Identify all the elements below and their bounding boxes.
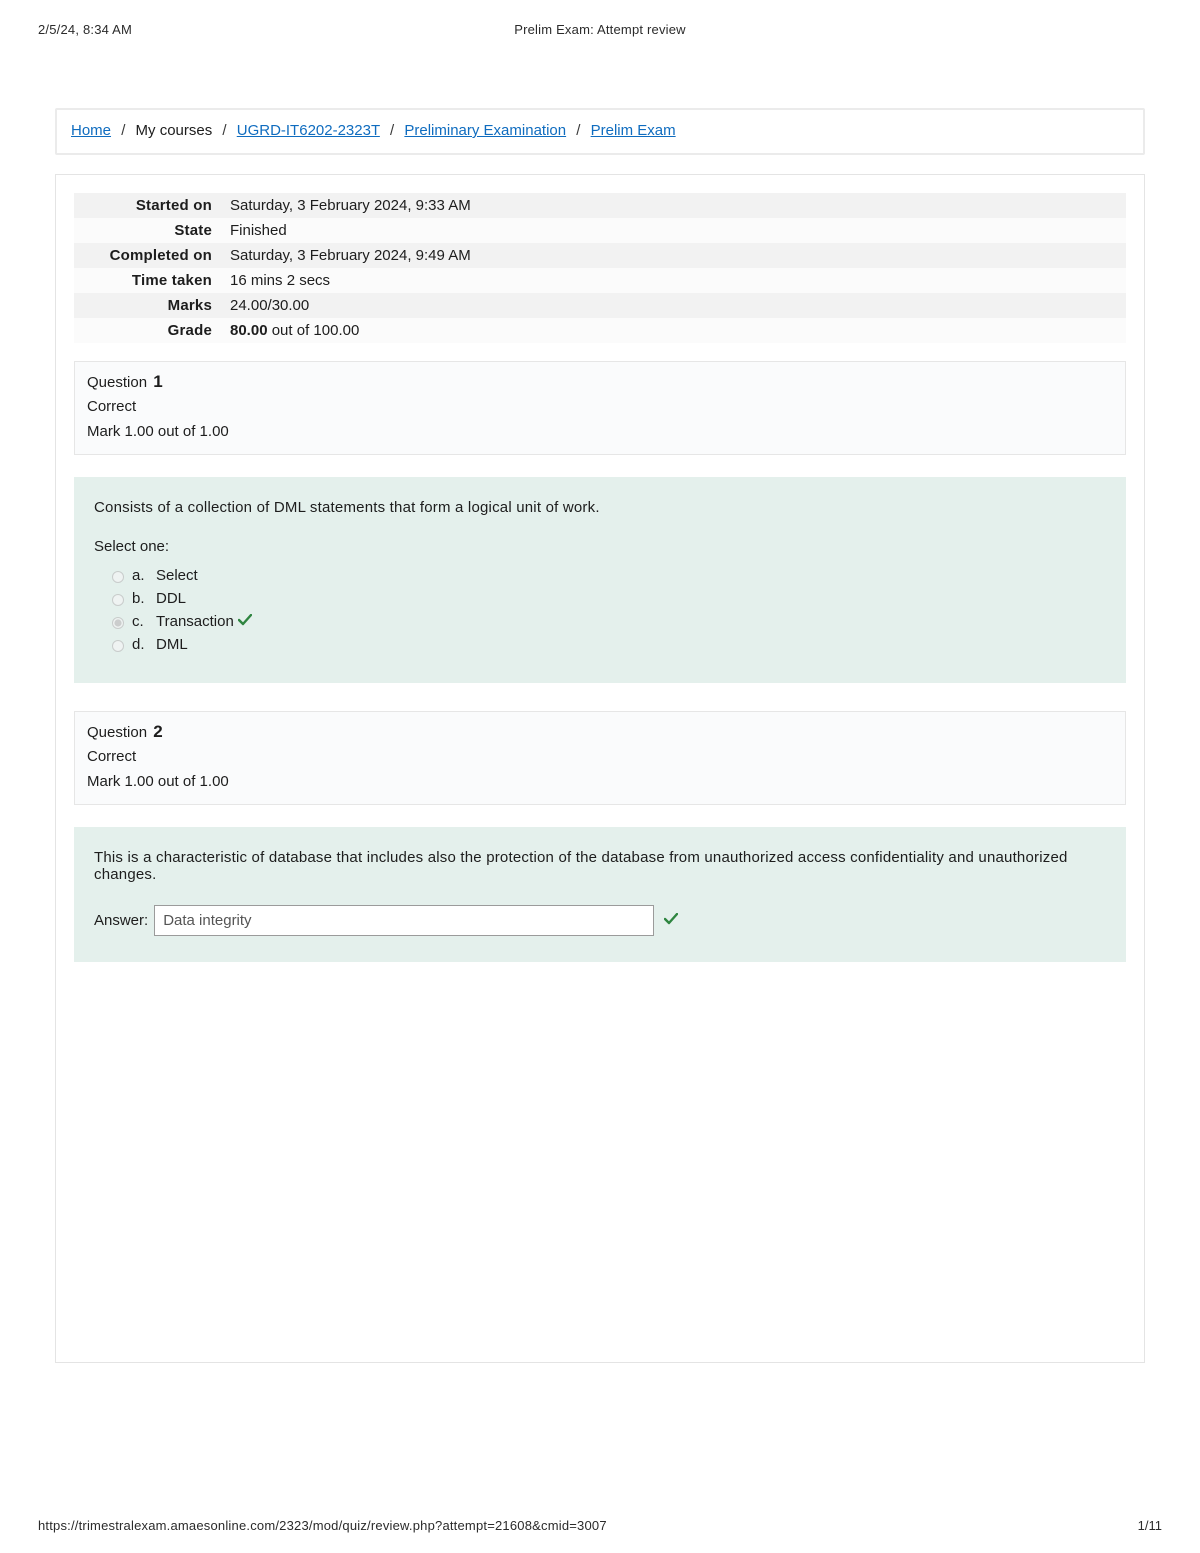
grade-label: Grade	[74, 318, 222, 343]
check-icon	[664, 912, 678, 929]
completed-on-value: Saturday, 3 February 2024, 9:49 AM	[222, 243, 1126, 268]
question-word: Question	[87, 724, 147, 741]
state-label: State	[74, 218, 222, 243]
answer-input[interactable]	[154, 905, 654, 936]
option-d: d. DML	[94, 634, 1106, 657]
option-b-radio[interactable]	[112, 594, 124, 606]
breadcrumb-course[interactable]: UGRD-IT6202-2323T	[237, 122, 380, 139]
question-prompt: Consists of a collection of DML statemen…	[94, 499, 1106, 516]
page: 2/5/24, 8:34 AM Prelim Exam: Attempt rev…	[0, 0, 1200, 1553]
print-header: 2/5/24, 8:34 AM Prelim Exam: Attempt rev…	[0, 22, 1200, 37]
breadcrumb-home[interactable]: Home	[71, 122, 111, 139]
breadcrumb: Home / My courses / UGRD-IT6202-2323T / …	[57, 110, 1143, 153]
option-c: c. Transaction	[94, 611, 1106, 634]
started-on-value: Saturday, 3 February 2024, 9:33 AM	[222, 193, 1126, 218]
breadcrumb-my-courses: My courses	[136, 122, 213, 139]
time-taken-label: Time taken	[74, 268, 222, 293]
question-label: Question 1	[87, 372, 1113, 392]
table-row: Time taken 16 mins 2 secs	[74, 268, 1126, 293]
breadcrumb-section[interactable]: Preliminary Examination	[404, 122, 566, 139]
question-1-body: Consists of a collection of DML statemen…	[74, 477, 1126, 683]
option-d-text: DML	[150, 636, 188, 653]
option-c-letter: c.	[126, 613, 150, 630]
option-d-radio[interactable]	[112, 640, 124, 652]
question-number: 2	[153, 722, 162, 741]
option-b-text: DDL	[150, 590, 186, 607]
attempt-summary: Started on Saturday, 3 February 2024, 9:…	[74, 193, 1126, 343]
grade-bold: 80.00	[230, 322, 268, 339]
breadcrumb-sep: /	[570, 122, 586, 139]
option-a: a. Select	[94, 565, 1106, 588]
select-one-label: Select one:	[94, 538, 1106, 555]
grade-suffix: out of 100.00	[268, 322, 360, 339]
answer-label: Answer:	[94, 912, 148, 929]
option-b: b. DDL	[94, 588, 1106, 611]
marks-value: 24.00/30.00	[222, 293, 1126, 318]
print-page: 1/11	[1138, 1518, 1162, 1533]
question-label: Question 2	[87, 722, 1113, 742]
question-2-info: Question 2 Correct Mark 1.00 out of 1.00	[74, 711, 1126, 805]
option-c-radio[interactable]	[112, 617, 124, 629]
started-on-label: Started on	[74, 193, 222, 218]
question-number: 1	[153, 372, 162, 391]
option-d-letter: d.	[126, 636, 150, 653]
state-value: Finished	[222, 218, 1126, 243]
table-row: State Finished	[74, 218, 1126, 243]
question-mark: Mark 1.00 out of 1.00	[87, 773, 1113, 790]
option-a-text: Select	[150, 567, 198, 584]
breadcrumb-sep: /	[115, 122, 131, 139]
print-title: Prelim Exam: Attempt review	[0, 22, 1200, 37]
marks-label: Marks	[74, 293, 222, 318]
option-a-radio[interactable]	[112, 571, 124, 583]
option-b-letter: b.	[126, 590, 150, 607]
question-word: Question	[87, 374, 147, 391]
question-prompt: This is a characteristic of database tha…	[94, 849, 1106, 883]
print-footer: https://trimestralexam.amaesonline.com/2…	[38, 1518, 1162, 1533]
question-state: Correct	[87, 398, 1113, 415]
question-mark: Mark 1.00 out of 1.00	[87, 423, 1113, 440]
completed-on-label: Completed on	[74, 243, 222, 268]
breadcrumb-item[interactable]: Prelim Exam	[591, 122, 676, 139]
check-icon	[238, 613, 252, 630]
grade-value: 80.00 out of 100.00	[222, 318, 1126, 343]
table-row: Completed on Saturday, 3 February 2024, …	[74, 243, 1126, 268]
table-row: Grade 80.00 out of 100.00	[74, 318, 1126, 343]
answer-row: Answer:	[94, 905, 1106, 936]
question-2-body: This is a characteristic of database tha…	[74, 827, 1126, 962]
print-url: https://trimestralexam.amaesonline.com/2…	[38, 1518, 607, 1533]
breadcrumb-card: Home / My courses / UGRD-IT6202-2323T / …	[55, 108, 1145, 155]
table-row: Marks 24.00/30.00	[74, 293, 1126, 318]
main-card: Started on Saturday, 3 February 2024, 9:…	[55, 174, 1145, 1363]
breadcrumb-sep: /	[384, 122, 400, 139]
breadcrumb-sep: /	[216, 122, 232, 139]
table-row: Started on Saturday, 3 February 2024, 9:…	[74, 193, 1126, 218]
question-1-info: Question 1 Correct Mark 1.00 out of 1.00	[74, 361, 1126, 455]
option-c-text: Transaction	[150, 613, 234, 630]
question-state: Correct	[87, 748, 1113, 765]
time-taken-value: 16 mins 2 secs	[222, 268, 1126, 293]
option-a-letter: a.	[126, 567, 150, 584]
